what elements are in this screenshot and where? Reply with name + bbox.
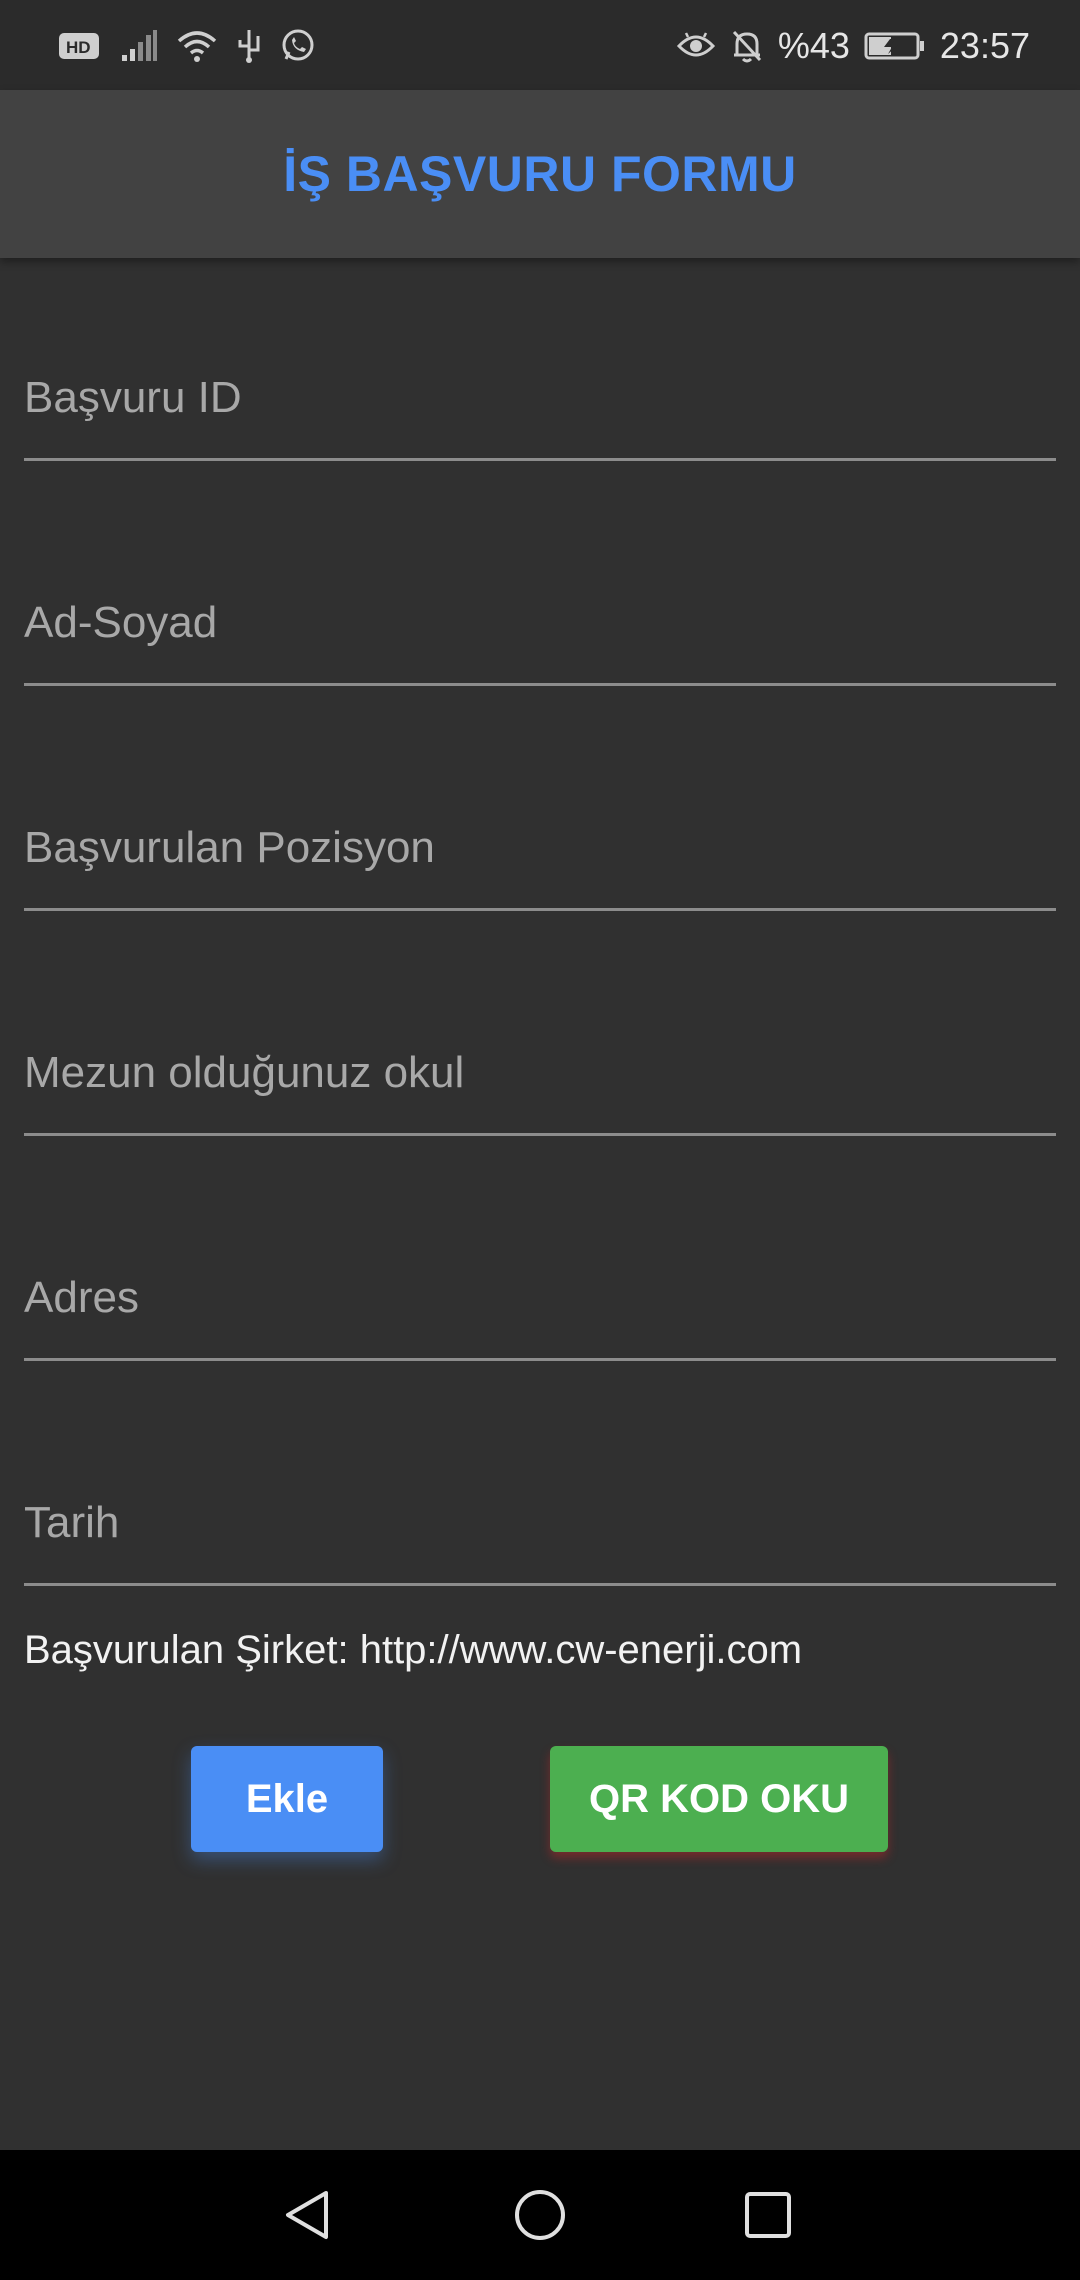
- status-bar: HD %43 23:57: [0, 0, 1080, 90]
- ad-soyad-field[interactable]: [24, 563, 1056, 686]
- hd-icon: HD: [58, 30, 102, 62]
- app-bar: İŞ BAŞVURU FORMU: [0, 90, 1080, 258]
- adres-input[interactable]: [24, 1238, 1056, 1358]
- whatsapp-icon: [280, 28, 316, 64]
- ad-soyad-input[interactable]: [24, 563, 1056, 683]
- home-circle-icon[interactable]: [510, 2185, 570, 2245]
- bell-off-icon: [730, 28, 764, 64]
- mezun-okul-input[interactable]: [24, 1013, 1056, 1133]
- status-left: HD: [58, 24, 316, 68]
- basvuru-id-input[interactable]: [24, 338, 1056, 458]
- qr-scan-button[interactable]: QR KOD OKU: [550, 1746, 888, 1852]
- eye-icon: [676, 30, 716, 62]
- back-triangle-icon[interactable]: [278, 2185, 338, 2245]
- battery-charging-icon: [864, 31, 926, 61]
- basvurulan-pozisyon-field[interactable]: [24, 788, 1056, 911]
- basvurulan-pozisyon-input[interactable]: [24, 788, 1056, 908]
- usb-icon: [236, 28, 262, 64]
- status-right: %43 23:57: [676, 24, 1030, 68]
- tarih-field[interactable]: [24, 1463, 1056, 1586]
- add-button[interactable]: Ekle: [191, 1746, 383, 1852]
- mezun-okul-field[interactable]: [24, 1013, 1056, 1136]
- clock: 23:57: [939, 25, 1030, 66]
- signal-icon: [120, 29, 158, 63]
- recents-square-icon[interactable]: [738, 2185, 798, 2245]
- basvuru-id-field[interactable]: [24, 338, 1056, 461]
- battery-percent: %43: [777, 25, 850, 66]
- tarih-input[interactable]: [24, 1463, 1056, 1583]
- svg-text:HD: HD: [66, 38, 91, 57]
- navigation-bar: [0, 2150, 1080, 2280]
- adres-field[interactable]: [24, 1238, 1056, 1361]
- wifi-icon: [176, 29, 218, 63]
- screen: HD %43 23:57 İŞ BAŞVURU FORMU Başvuru ID…: [0, 0, 1080, 2280]
- page-title: İŞ BAŞVURU FORMU: [283, 146, 797, 202]
- company-info-text: Başvurulan Şirket: http://www.cw-enerji.…: [24, 1628, 803, 1672]
